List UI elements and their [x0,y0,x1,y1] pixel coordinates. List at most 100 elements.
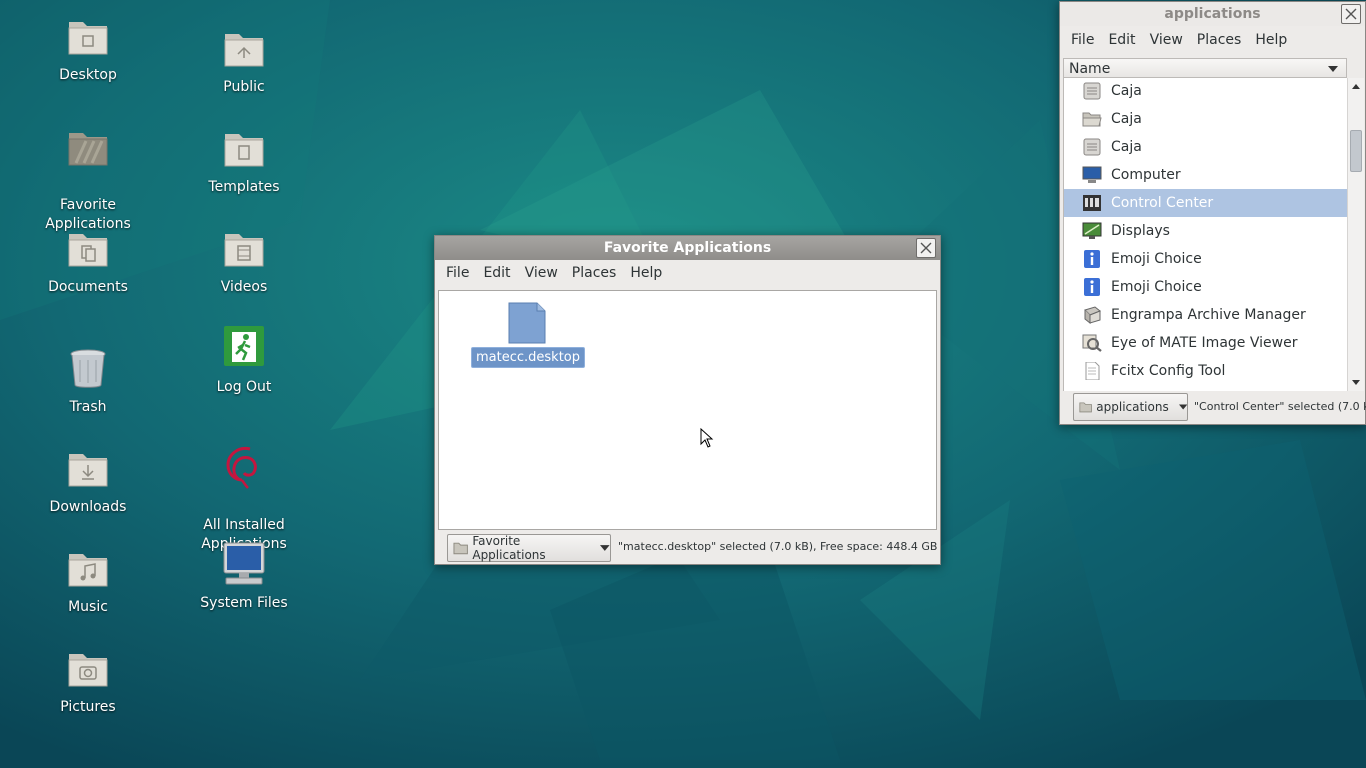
status-text: "Control Center" selected (7.0 k... [1194,400,1366,413]
desktop-icon-label: Downloads [49,499,127,515]
applications-window[interactable]: applications File Edit View Places Help … [1059,1,1366,425]
list-item-selected[interactable]: Control Center [1064,189,1348,217]
list-item[interactable]: Computer [1064,161,1348,189]
folder-desktop-icon [68,22,108,55]
column-header-label: Name [1069,61,1111,77]
close-icon [920,242,932,254]
list-item[interactable]: Emoji Choice [1064,273,1348,301]
file-item[interactable]: matecc.desktop [471,301,586,368]
list-item[interactable]: Displays [1064,217,1348,245]
location-label: applications [1096,400,1169,414]
list-item-label: Caja [1111,139,1142,155]
file-manager-icon [1083,82,1101,100]
location-dropdown[interactable]: applications [1073,393,1188,421]
location-dropdown[interactable]: Favorite Applications [447,534,611,562]
menu-view[interactable]: View [1143,32,1190,48]
folder-open-icon [1082,112,1102,127]
folder-pictures-icon [68,654,108,687]
desktop-icon-trash[interactable]: Trash [28,344,148,417]
desktop-icon-label: Documents [48,279,128,295]
chevron-down-icon [1178,404,1187,410]
window-titlebar[interactable]: Favorite Applications [435,236,940,260]
desktop-icon-templates[interactable]: Templates [184,124,304,197]
menu-file[interactable]: File [439,265,476,281]
menu-places[interactable]: Places [1190,32,1249,48]
desktop-icon-music[interactable]: Music [28,544,148,617]
menu-help[interactable]: Help [623,265,669,281]
menu-places[interactable]: Places [565,265,624,281]
archive-icon [1084,306,1101,324]
window-title: applications [1164,6,1261,22]
status-text: "matecc.desktop" selected (7.0 kB), Free… [618,540,938,553]
list-item-label: Eye of MATE Image Viewer [1111,335,1298,351]
list-item[interactable]: Engrampa Archive Manager [1064,301,1348,329]
desktop-icon-label: Templates [208,179,280,195]
list-item-label: Engrampa Archive Manager [1111,307,1306,323]
close-icon [1345,8,1357,20]
desktop-icon-system-files[interactable]: System Files [184,540,304,613]
column-header-name[interactable]: Name [1063,58,1347,78]
logout-icon [224,326,264,366]
desktop-icon-desktop[interactable]: Desktop [28,12,148,85]
scrollbar-thumb[interactable] [1350,130,1362,172]
desktop-icon-documents[interactable]: Documents [28,224,148,297]
document-icon [508,302,546,344]
desktop-icon-label: Log Out [216,379,272,395]
file-list[interactable]: Caja Caja Caja Computer Control Center D… [1063,78,1348,391]
status-bar: Favorite Applications "matecc.desktop" s… [435,530,940,562]
list-item-label: Emoji Choice [1111,251,1202,267]
mouse-pointer-icon [700,428,714,448]
scroll-up-arrow-icon [1352,84,1360,89]
close-button[interactable] [916,238,936,258]
desktop-icon-videos[interactable]: Videos [184,224,304,297]
folder-downloads-icon [68,454,108,487]
file-view[interactable]: matecc.desktop [438,290,937,530]
list-item[interactable]: Emoji Choice [1064,245,1348,273]
window-title: Favorite Applications [603,240,772,256]
menubar: File Edit View Places Help [1060,26,1365,54]
folder-videos-icon [224,234,264,267]
desktop-icon-pictures[interactable]: Pictures [28,644,148,717]
favorite-applications-window[interactable]: Favorite Applications File Edit View Pla… [434,235,941,565]
trash-icon [70,349,106,388]
list-item-label: Displays [1111,223,1170,239]
text-file-icon [1085,362,1100,380]
menu-help[interactable]: Help [1248,32,1294,48]
close-button[interactable] [1341,4,1361,24]
list-item-label: Control Center [1111,195,1214,211]
folder-favorites-icon [68,133,108,166]
list-item[interactable]: Caja [1064,133,1348,161]
desktop-icon-label: Pictures [60,699,116,715]
folder-icon [1079,402,1092,413]
window-titlebar[interactable]: applications [1060,2,1365,26]
list-item[interactable]: Caja [1064,105,1348,133]
folder-documents-icon [68,234,108,267]
image-viewer-icon [1082,334,1102,352]
desktop-icon-label: Music [68,599,108,615]
menubar: File Edit View Places Help [435,260,940,286]
desktop-icon-log-out[interactable]: Log Out [184,324,304,397]
list-item-label: Fcitx Config Tool [1111,363,1226,379]
menu-edit[interactable]: Edit [1101,32,1142,48]
folder-public-icon [224,34,264,67]
desktop-icon-public[interactable]: Public [184,24,304,97]
computer-icon [223,542,265,585]
list-item[interactable]: Fcitx Config Tool [1064,357,1348,385]
location-label: Favorite Applications [472,534,546,562]
desktop-icon-label: Videos [220,279,268,295]
vertical-scrollbar[interactable] [1347,78,1364,391]
chevron-down-icon [600,545,610,551]
control-center-icon [1083,195,1101,211]
file-manager-icon [1083,138,1101,156]
menu-file[interactable]: File [1064,32,1101,48]
list-item[interactable]: Caja [1064,78,1348,105]
sort-descending-icon [1328,66,1338,72]
menu-view[interactable]: View [518,265,565,281]
scroll-down-arrow-icon [1352,380,1360,385]
computer-icon [1082,166,1102,183]
desktop-icon-downloads[interactable]: Downloads [28,444,148,517]
folder-icon [453,542,468,555]
menu-edit[interactable]: Edit [476,265,517,281]
folder-music-icon [68,554,108,587]
list-item[interactable]: Eye of MATE Image Viewer [1064,329,1348,357]
